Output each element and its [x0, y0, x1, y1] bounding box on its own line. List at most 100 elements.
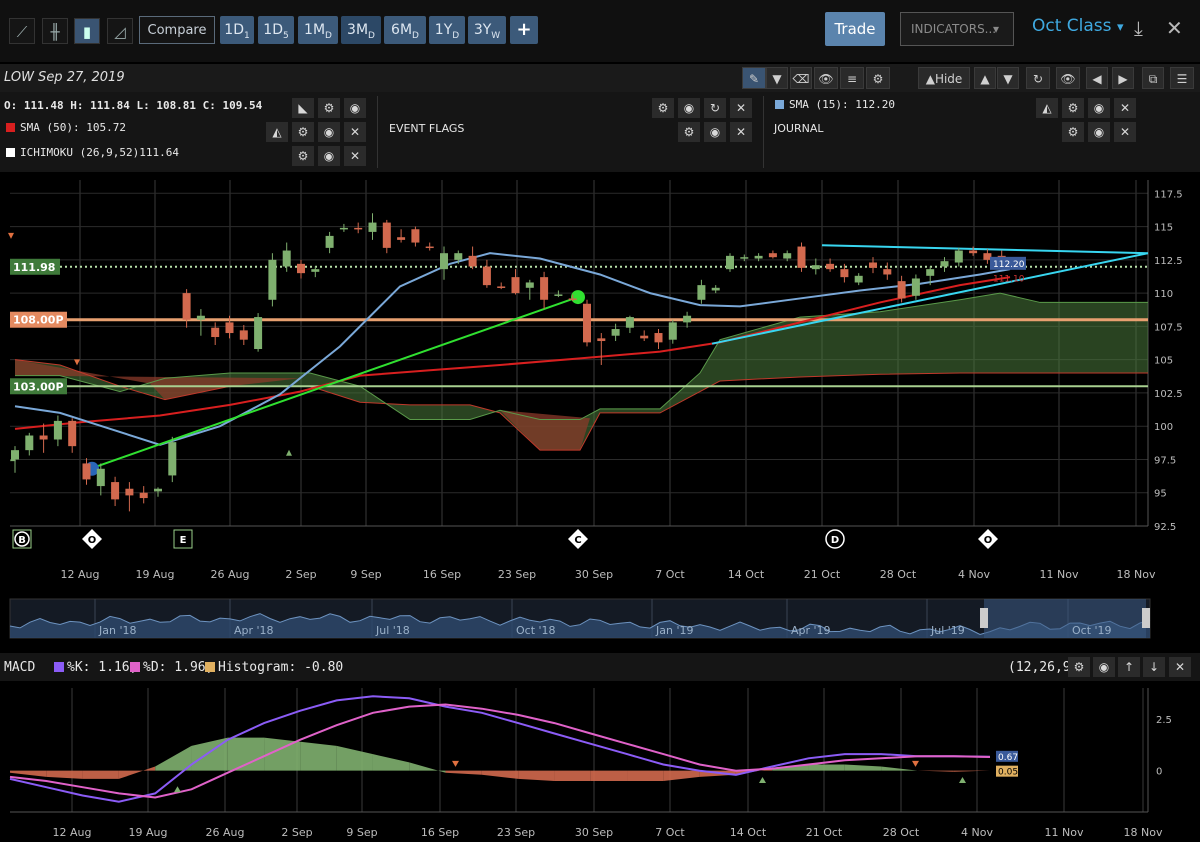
candle	[625, 317, 634, 328]
close-icon[interactable]: ✕	[1114, 98, 1136, 118]
triangle-icon[interactable]: ◣	[292, 98, 314, 118]
histogram-bar	[336, 745, 373, 771]
candle	[611, 329, 620, 336]
range-3m[interactable]: 3MD	[341, 16, 381, 44]
eye-icon[interactable]: ◉	[1088, 122, 1110, 142]
pencil-icon[interactable]: ✎	[742, 67, 766, 89]
range-1d-5[interactable]: 1D5	[258, 16, 294, 44]
class-dropdown[interactable]: Oct Class ▾	[1032, 16, 1123, 36]
close-icon[interactable]: ✕	[344, 146, 366, 166]
gear-icon[interactable]: ⚙	[1062, 122, 1084, 142]
eye-icon[interactable]: ◉	[678, 98, 700, 118]
histogram-bar	[300, 741, 337, 771]
add-range-button[interactable]: +	[510, 16, 538, 44]
ichimoku-swatch	[6, 148, 15, 157]
color-triangle-icon[interactable]: ◭	[1036, 98, 1058, 118]
gear-icon[interactable]: ⚙	[1062, 98, 1084, 118]
candle	[869, 262, 877, 268]
gear-icon[interactable]: ⚙	[1068, 657, 1090, 677]
trend-line	[821, 244, 1149, 255]
chevron-down-icon[interactable]: ▼	[766, 67, 788, 89]
candlestick-icon[interactable]: ▮	[74, 18, 100, 44]
eye-icon[interactable]: ◉	[1088, 98, 1110, 118]
navigator-label: Apr '18	[234, 624, 274, 637]
event-marker: O	[984, 535, 993, 546]
candle	[940, 261, 949, 267]
event-flags-label: EVENT FLAGS	[389, 122, 465, 135]
close-icon[interactable]: ✕	[1169, 657, 1191, 677]
refresh-icon[interactable]: ↻	[1026, 67, 1050, 89]
candle	[111, 482, 120, 500]
macd-tag: 0.67	[998, 753, 1018, 763]
refresh-icon[interactable]: ↻	[704, 98, 726, 118]
close-icon[interactable]: ✕	[344, 122, 366, 142]
gear-icon[interactable]: ⚙	[678, 122, 700, 142]
range-3y[interactable]: 3YW	[468, 16, 506, 44]
candle	[225, 322, 234, 334]
gear-icon[interactable]: ⚙	[652, 98, 674, 118]
color-triangle-icon[interactable]: ◭	[266, 122, 288, 142]
candle	[954, 250, 963, 263]
bar-chart-icon[interactable]: ╫	[42, 18, 68, 44]
gear-icon[interactable]: ⚙	[866, 67, 890, 89]
up-arrow-icon	[959, 776, 966, 783]
x-tick-label: 9 Sep	[350, 568, 381, 581]
close-icon[interactable]: ✕	[1166, 16, 1183, 40]
close-icon[interactable]: ✕	[730, 122, 752, 142]
gear-icon[interactable]: ⚙	[292, 122, 314, 142]
line-chart-icon[interactable]: ⟋	[9, 18, 35, 44]
eraser-icon[interactable]: ⌫	[790, 67, 812, 89]
range-1y[interactable]: 1YD	[429, 16, 465, 44]
range-1m[interactable]: 1MD	[298, 16, 338, 44]
gear-icon[interactable]: ⚙	[318, 98, 340, 118]
y-tick-label: 110	[1154, 289, 1173, 300]
compare-button[interactable]: Compare	[139, 16, 215, 44]
menu-icon[interactable]: ☰	[1170, 67, 1194, 89]
x-tick-label: 4 Nov	[961, 826, 993, 839]
arrow-up-icon[interactable]: ↑	[1118, 657, 1140, 677]
candle	[497, 286, 506, 288]
close-icon[interactable]: ✕	[730, 98, 752, 118]
navigator-label: Jul '18	[375, 624, 410, 637]
arrow-down-icon[interactable]: ↓	[1143, 657, 1165, 677]
mountain-chart-icon[interactable]: ◿	[107, 18, 133, 44]
gear-icon[interactable]: ⚙	[292, 146, 314, 166]
navigator[interactable]: Jan '18 Apr '18 Jul '18 Oct '18 Jan '19 Apr '…	[0, 598, 1200, 640]
histogram-bar	[372, 754, 410, 771]
histogram-bar	[554, 770, 591, 781]
eye-icon[interactable]: ◉	[704, 122, 726, 142]
move-up-icon[interactable]: ▲	[974, 67, 996, 89]
eye-icon[interactable]: ◉	[318, 146, 340, 166]
range-1d-1[interactable]: 1D1	[220, 16, 254, 44]
eye-icon[interactable]: ◉	[1093, 657, 1115, 677]
x-tick-label: 14 Oct	[728, 568, 765, 581]
event-marker: E	[180, 535, 187, 546]
range-6m[interactable]: 6MD	[384, 16, 426, 44]
popout-icon[interactable]: ⧉	[1142, 67, 1164, 89]
candle	[53, 420, 62, 440]
download-icon[interactable]: ⤓	[1134, 16, 1143, 40]
list-icon[interactable]: ≡	[840, 67, 864, 89]
candle	[196, 315, 205, 320]
candle	[125, 488, 134, 496]
eye-icon[interactable]: 👁	[814, 67, 838, 89]
range-main: 1D	[263, 22, 283, 38]
candle	[883, 269, 892, 275]
trade-button[interactable]: Trade	[825, 12, 885, 46]
indicators-dropdown[interactable]: INDICATORS... ▾	[900, 12, 1014, 46]
range-sub: D	[368, 30, 375, 41]
price-chart[interactable]: 92.5 95 97.5 100 102.5 105 107.5 110 112.5 115 117…	[0, 176, 1200, 596]
arrow-right-icon[interactable]: ▶	[1112, 67, 1134, 89]
arrow-left-icon[interactable]: ◀	[1086, 67, 1108, 89]
divider	[377, 96, 378, 168]
macd-chart[interactable]: 0 2.5 12 Aug 19 Aug 26 Aug 2 Sep 9 Sep 16 Sep 23…	[0, 684, 1200, 842]
range-main: 1Y	[434, 22, 453, 38]
candle	[583, 303, 591, 343]
eye-icon[interactable]: ◉	[344, 98, 366, 118]
x-tick-label: 9 Sep	[346, 826, 377, 839]
eye-icon[interactable]: 👁	[1056, 67, 1080, 89]
move-down-icon[interactable]: ▼	[997, 67, 1019, 89]
close-icon[interactable]: ✕	[1114, 122, 1136, 142]
hide-button[interactable]: ▲Hide	[918, 67, 970, 89]
eye-icon[interactable]: ◉	[318, 122, 340, 142]
